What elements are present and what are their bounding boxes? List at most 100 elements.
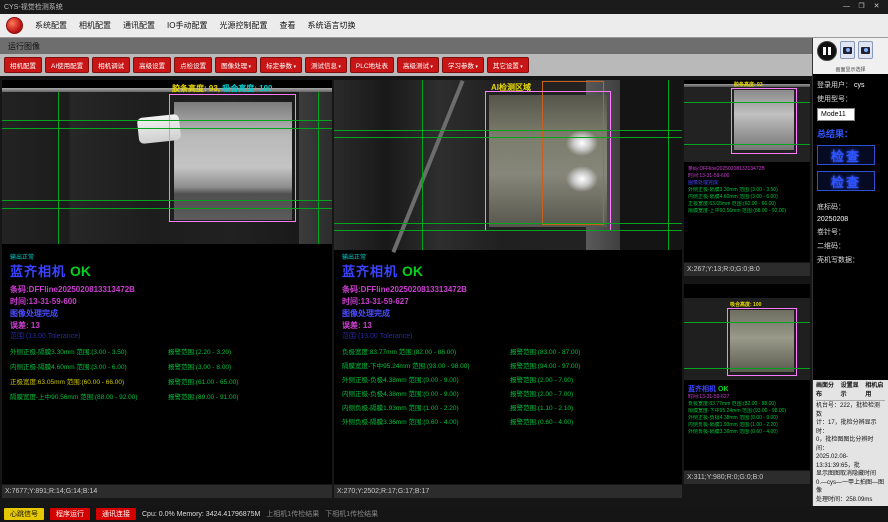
toolbar-button-camera-debug[interactable]: 相机调试: [92, 57, 130, 73]
measurement-text: 内侧正极-隔膜4.60mm 范围:(3.00 - 6.00): [688, 194, 808, 201]
tolerance-text: 范围:(13.00 Tolerance): [10, 331, 80, 341]
measurement-text: 隔膜宽度-下中95.24mm 范围:(93.00 - 98.00): [688, 408, 808, 415]
measurement-text: 隔膜宽度-上中90.56mm 范围:(88.00 - 92.00): [10, 394, 138, 401]
measurement-row: 负极宽度:83.77mm 范围:(82.00 - 88.00) 报警范围:(83…: [342, 346, 680, 360]
heartbeat-indicator: 心跳信号: [4, 508, 44, 520]
toolbar-button-other-settings[interactable]: 其它设置: [487, 57, 529, 73]
total-result-label: 总结果：: [817, 127, 884, 140]
model-row: 使用型号：: [817, 94, 884, 104]
maximize-button[interactable]: ❐: [854, 0, 869, 14]
measurement-text: 负极宽度:83.77mm 范围:(82.00 - 88.00): [688, 401, 808, 408]
menu-item-language-switch[interactable]: 系统语言切换: [307, 20, 355, 31]
bottom-code-value: 20250208: [817, 216, 848, 223]
menu-item-light-control[interactable]: 光源控制配置: [219, 20, 267, 31]
write-data-label: 壳机写数据：: [817, 255, 859, 265]
measurement-row: 隔膜宽度-下中95.24mm 范围:(93.00 - 98.00) 报警范围:(…: [342, 360, 680, 374]
toolbar-button-spot-check[interactable]: 点检设置: [174, 57, 212, 73]
toolbar-button-test-info[interactable]: 测试信息: [305, 57, 347, 73]
menu-item-comm-config[interactable]: 通讯配置: [123, 20, 155, 31]
height-overlay-text: 吸合高度: 100: [730, 301, 761, 308]
menu-item-io-manual[interactable]: IO手动配置: [167, 20, 207, 31]
alarm-range-text: 报警范围:(1.10 - 2.10): [510, 402, 573, 412]
measurement-text: 内侧负极-隔膜1.93mm 范围:(1.00 - 2.20): [688, 422, 808, 429]
control-panel: 画面显示选择: [813, 38, 888, 74]
toolbar-button-image-processing[interactable]: 图像处理: [215, 57, 257, 73]
model-select[interactable]: Mode11: [817, 108, 855, 121]
tolerance-text: 范围:(13.00 Tolerance): [342, 331, 412, 341]
camera-icon: [843, 47, 852, 54]
toolbar-button-plc-address[interactable]: PLC地址表: [350, 57, 394, 73]
camera-result-title: 蓝齐相机OK: [688, 384, 808, 394]
right-camera-view[interactable]: AI检测区域 输出正常 蓝齐相机OK 条码:DFFline20250208133…: [334, 80, 682, 484]
toolbar-button-advanced-settings[interactable]: 高级设置: [133, 57, 171, 73]
window-controls: — ❐ ✕: [839, 0, 884, 14]
toolbar-button-advanced-test[interactable]: 高级测试: [397, 57, 439, 73]
small-camera-view-top[interactable]: 胶条高度: 93 条码:DFFline2025020813313472B 时间:…: [684, 80, 810, 262]
guide-line: [684, 322, 810, 323]
stats-header-item: 相机启用: [865, 382, 885, 399]
stats-line: 计：17，批检分辨显示时：: [816, 419, 885, 436]
program-running-indicator: 程序运行: [50, 508, 90, 520]
login-user-value: cys: [854, 82, 865, 89]
measurement-text: 正极宽度:63.05mm 范围:(60.00 - 66.00): [10, 379, 124, 386]
status-bar: 心跳信号 程序运行 通讯连接 Cpu: 0.0% Memory: 3424.41…: [0, 506, 888, 522]
measurement-text: 外侧正极-隔膜3.30mm 范围:(3.00 - 3.50): [10, 349, 127, 356]
result-box-2: 检查: [817, 171, 875, 191]
process-done-text: 图像处理完成: [688, 180, 808, 187]
camera-result-title: 蓝齐相机OK: [10, 261, 91, 281]
title-bar: CYS-视觉检测系统 — ❐ ✕: [0, 0, 888, 14]
cpu-memory-readout: Cpu: 0.0% Memory: 3424.41796875M: [142, 511, 260, 518]
process-done-text: 图像处理完成: [342, 308, 390, 319]
measurement-row: 内侧负极-隔膜1.93mm 范围:(1.00 - 2.20) 报警范围:(1.1…: [342, 402, 680, 416]
tab-strip: 运行图像: [0, 38, 812, 54]
alarm-range-text: 报警范围:(61.00 - 65.00): [168, 376, 238, 386]
pixel-readout-right: X:270;Y:2502;R:17;G:17;B:17: [334, 485, 682, 498]
guide-line: [334, 223, 682, 224]
minimize-button[interactable]: —: [839, 0, 854, 14]
pixel-readout-small-top: X:267;Y:13;R:0;G:0;B:0: [684, 263, 810, 276]
toolbar-button-ai-config[interactable]: AI使用配置: [45, 57, 89, 73]
pin-number-row: 卷针号：: [817, 227, 884, 237]
left-camera-view[interactable]: 胶条高度: 93, 吸合高度: 100 输出正常 蓝齐相机OK 条码:DFFli…: [2, 80, 332, 484]
alarm-range-text: 报警范围:(89.00 - 91.00): [168, 391, 238, 401]
height-overlay-text: 胶条高度: 93, 吸合高度: 100: [172, 83, 272, 94]
write-data-row: 壳机写数据：: [817, 255, 884, 265]
measurement-text: 外侧负极-隔膜3.36mm 范围:(0.60 - 4.00): [342, 419, 459, 426]
barcode-text: 条码:DFFline2025020813313472B: [342, 284, 467, 295]
measurement-text: 隔膜宽度-下中95.24mm 范围:(93.00 - 98.00): [342, 363, 470, 370]
camera-toggle-1-button[interactable]: [840, 41, 855, 59]
stats-line: 2025.02.08-13:31:39:65，批: [816, 453, 885, 470]
stats-header-item: 设置显示: [841, 382, 861, 399]
toolbar-button-calibration-params[interactable]: 标定参数: [260, 57, 302, 73]
statistics-header: 画面分布 设置显示 相机启用: [816, 382, 885, 401]
comm-connection-indicator: 通讯连接: [96, 508, 136, 520]
alarm-range-text: 报警范围:(2.00 - 7.00): [510, 374, 573, 384]
roi-rectangle: [727, 308, 797, 376]
pause-button[interactable]: [817, 41, 837, 61]
result-box-1: 检查: [817, 145, 875, 165]
menu-item-camera-config[interactable]: 相机配置: [79, 20, 111, 31]
small-camera-view-bottom[interactable]: 吸合高度: 100 蓝齐相机OK 时间:13-31-59-627 负极宽度:83…: [684, 284, 810, 470]
ai-region-overlay-text: AI检测区域: [491, 82, 531, 93]
measurement-row: 正极宽度:63.05mm 范围:(60.00 - 66.00) 报警范围:(61…: [10, 376, 330, 390]
mini-result-block: 蓝齐相机OK 时间:13-31-59-627 负极宽度:83.77mm 范围:(…: [688, 384, 808, 436]
guide-line: [2, 120, 332, 121]
menu-item-view[interactable]: 查看: [279, 20, 295, 31]
alarm-range-text: 报警范围:(2.00 - 7.00): [510, 388, 573, 398]
menu-item-system-config[interactable]: 系统配置: [35, 20, 67, 31]
measurement-row: 外侧正极-负极4.38mm 范围:(0.00 - 9.00) 报警范围:(2.0…: [342, 374, 680, 388]
camera-toggle-2-button[interactable]: [858, 41, 873, 59]
measurement-text: 内侧正极-负极4.38mm 范围:(0.00 - 9.00): [342, 391, 459, 398]
toolbar-button-camera-config[interactable]: 相机配置: [4, 57, 42, 73]
time-text: 时间:13-31-59-600: [688, 173, 808, 180]
info-fields: 登录用户： cys 使用型号： Mode11 总结果： 检查 检查 底标码： 2…: [813, 74, 888, 380]
output-status-text: 输出正常: [10, 252, 34, 261]
close-button[interactable]: ✕: [869, 0, 884, 14]
toolbar-button-learning-params[interactable]: 学习参数: [442, 57, 484, 73]
measurement-row: 外侧负极-隔膜3.36mm 范围:(0.60 - 4.00) 报警范围:(0.6…: [342, 416, 680, 430]
statistics-panel: 画面分布 设置显示 相机启用 机台号：222，批检检测数 计：17，批检分辨显示…: [813, 380, 888, 506]
tab-run-image[interactable]: 运行图像: [8, 41, 40, 52]
guide-line: [334, 230, 682, 231]
guide-line: [2, 208, 332, 209]
output-status-text: 输出正常: [342, 252, 366, 261]
